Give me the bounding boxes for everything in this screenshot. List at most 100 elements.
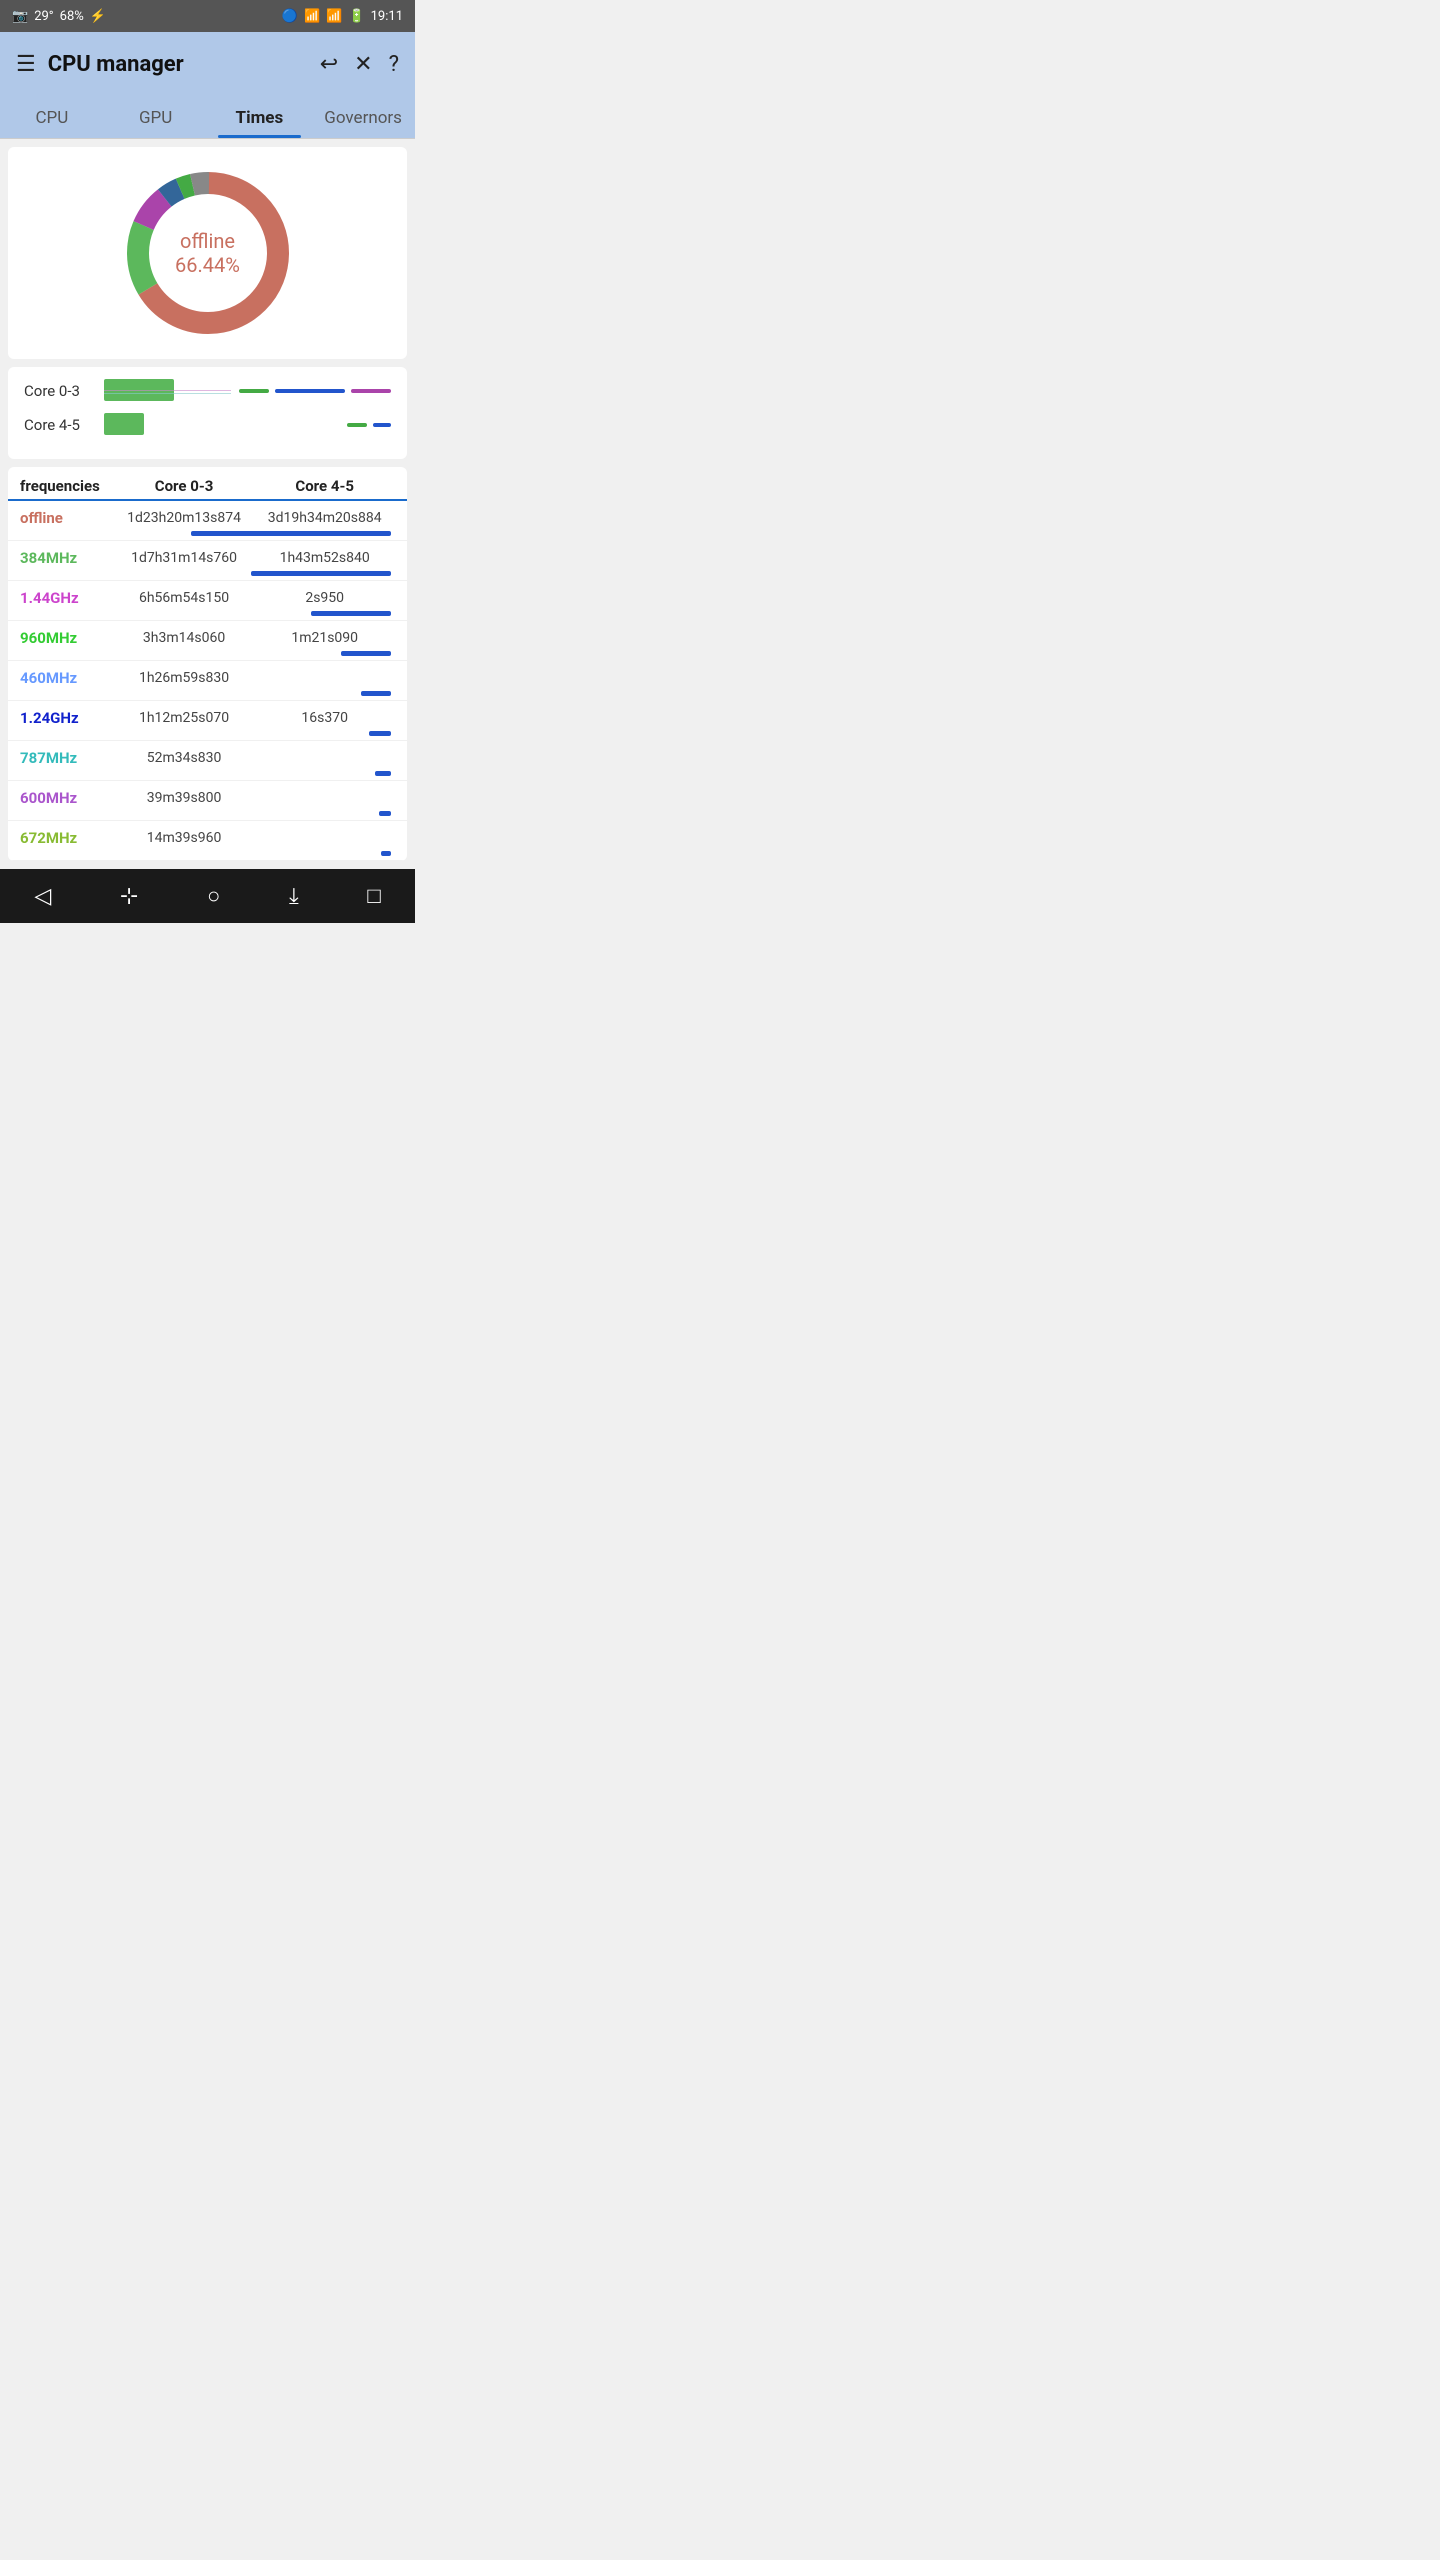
status-right-icons: 🔵 📶 📶 🔋 19:11 [282, 9, 403, 24]
freq-core45-124ghz: 16s370 [254, 706, 395, 730]
donut-center-text2: 66.44% [175, 253, 240, 277]
freq-bar-blue-384 [251, 571, 391, 576]
freq-name-960: 960MHz [20, 625, 114, 651]
app-title: CPU manager [48, 52, 308, 77]
usb-icon: ⚡ [90, 9, 106, 24]
freq-row-data-144ghz: 1.44GHz 6h56m54s150 2s950 [20, 585, 395, 611]
tab-gpu[interactable]: GPU [104, 96, 208, 138]
freq-core45-787 [254, 754, 395, 762]
core-right-indicators-45 [347, 423, 391, 427]
freq-row-data-787: 787MHz 52m34s830 [20, 745, 395, 771]
freq-row-960: 960MHz 3h3m14s060 1m21s090 [8, 621, 407, 661]
tab-times[interactable]: Times [208, 96, 312, 138]
time-display: 19:11 [371, 9, 403, 24]
freq-table-section: frequencies Core 0-3 Core 4-5 offline 1d… [8, 467, 407, 861]
temp-icon: 29° [34, 9, 53, 24]
freq-core03-600: 39m39s800 [114, 786, 255, 810]
freq-row-144ghz: 1.44GHz 6h56m54s150 2s950 [8, 581, 407, 621]
freq-bar-blue-672 [381, 851, 391, 856]
freq-row-data-460: 460MHz 1h26m59s830 [20, 665, 395, 691]
tab-governors[interactable]: Governors [311, 96, 415, 138]
indicator-blue-45 [373, 423, 391, 427]
freq-row-384: 384MHz 1d7h31m14s760 1h43m52s840 [8, 541, 407, 581]
freq-bar-blue-offline [191, 531, 391, 536]
freq-row-data-offline: offline 1d23h20m13s874 3d19h34m20s884 [20, 505, 395, 531]
freq-bar-blue-144ghz [311, 611, 391, 616]
close-button[interactable]: ✕ [354, 52, 372, 77]
freq-table-header: frequencies Core 0-3 Core 4-5 [8, 467, 407, 501]
freq-header-core45: Core 4-5 [254, 477, 395, 495]
freq-row-offline: offline 1d23h20m13s874 3d19h34m20s884 [8, 501, 407, 541]
freq-bar-blue-460 [361, 691, 391, 696]
donut-chart-section: offline 66.44% [8, 147, 407, 359]
freq-core03-460: 1h26m59s830 [114, 666, 255, 690]
freq-bar-blue-600 [379, 811, 391, 816]
core-bar-track-03 [104, 379, 231, 403]
indicator-green-03 [239, 389, 269, 393]
freq-row-data-672: 672MHz 14m39s960 [20, 825, 395, 851]
freq-bar-offline [20, 531, 395, 536]
freq-row-124ghz: 1.24GHz 1h12m25s070 16s370 [8, 701, 407, 741]
freq-row-600: 600MHz 39m39s800 [8, 781, 407, 821]
donut-label: offline 66.44% [175, 229, 240, 277]
status-bar: 📷 29° 68% ⚡ 🔵 📶 📶 🔋 19:11 [0, 0, 415, 32]
core-bar-green-45 [104, 413, 144, 435]
menu-icon[interactable]: ☰ [16, 52, 36, 77]
core-row-45: Core 4-5 [24, 413, 391, 437]
freq-core03-960: 3h3m14s060 [114, 626, 255, 650]
freq-core03-offline: 1d23h20m13s874 [114, 506, 255, 530]
freq-bar-blue-124ghz [369, 731, 391, 736]
signal-icon: 68% [60, 9, 84, 24]
core-row-03: Core 0-3 [24, 379, 391, 403]
freq-name-600: 600MHz [20, 785, 114, 811]
back-nav-icon[interactable]: ◁ [34, 884, 51, 909]
freq-header-frequencies: frequencies [20, 477, 114, 495]
tab-cpu[interactable]: CPU [0, 96, 104, 138]
indicator-purple-03 [351, 389, 391, 393]
freq-header-core03: Core 0-3 [114, 477, 255, 495]
freq-name-672: 672MHz [20, 825, 114, 851]
help-button[interactable]: ? [389, 52, 399, 77]
signal-bars-icon: 📶 [326, 9, 342, 24]
tab-bar: CPU GPU Times Governors [0, 96, 415, 139]
wifi-icon: 📶 [304, 9, 320, 24]
back-button[interactable]: ↩ [320, 52, 338, 77]
camera-icon: 📷 [12, 9, 28, 24]
collapse-nav-icon[interactable]: ⊹ [120, 884, 138, 909]
core-bar-track-45 [104, 413, 339, 437]
freq-core45-384: 1h43m52s840 [254, 546, 395, 570]
freq-row-data-600: 600MHz 39m39s800 [20, 785, 395, 811]
freq-row-data-960: 960MHz 3h3m14s060 1m21s090 [20, 625, 395, 651]
bluetooth-icon: 🔵 [282, 9, 298, 24]
freq-core45-672 [254, 834, 395, 842]
core-right-indicators-03 [239, 389, 391, 393]
donut-chart: offline 66.44% [118, 163, 298, 343]
freq-bar-144ghz [20, 611, 395, 616]
freq-core03-672: 14m39s960 [114, 826, 255, 850]
indicator-green-45 [347, 423, 367, 427]
freq-name-144ghz: 1.44GHz [20, 585, 114, 611]
freq-row-672: 672MHz 14m39s960 [8, 821, 407, 861]
top-actions: ↩ ✕ ? [320, 52, 399, 77]
freq-bar-124ghz [20, 731, 395, 736]
status-left-icons: 📷 29° 68% ⚡ [12, 9, 106, 24]
battery-icon: 🔋 [348, 9, 364, 24]
core-bars-section: Core 0-3 Core 4-5 [8, 367, 407, 459]
download-nav-icon[interactable]: ⤓ [289, 884, 299, 909]
freq-bar-787 [20, 771, 395, 776]
freq-core45-460 [254, 674, 395, 682]
home-nav-icon[interactable]: ○ [207, 883, 220, 909]
recents-nav-icon[interactable]: □ [367, 883, 380, 909]
freq-core03-124ghz: 1h12m25s070 [114, 706, 255, 730]
freq-core03-787: 52m34s830 [114, 746, 255, 770]
freq-row-data-384: 384MHz 1d7h31m14s760 1h43m52s840 [20, 545, 395, 571]
freq-name-787: 787MHz [20, 745, 114, 771]
freq-bar-672 [20, 851, 395, 856]
freq-name-124ghz: 1.24GHz [20, 705, 114, 731]
freq-core45-600 [254, 794, 395, 802]
freq-core03-384: 1d7h31m14s760 [114, 546, 255, 570]
core-label-03: Core 0-3 [24, 382, 96, 400]
freq-row-data-124ghz: 1.24GHz 1h12m25s070 16s370 [20, 705, 395, 731]
top-bar: ☰ CPU manager ↩ ✕ ? [0, 32, 415, 96]
freq-core03-144ghz: 6h56m54s150 [114, 586, 255, 610]
